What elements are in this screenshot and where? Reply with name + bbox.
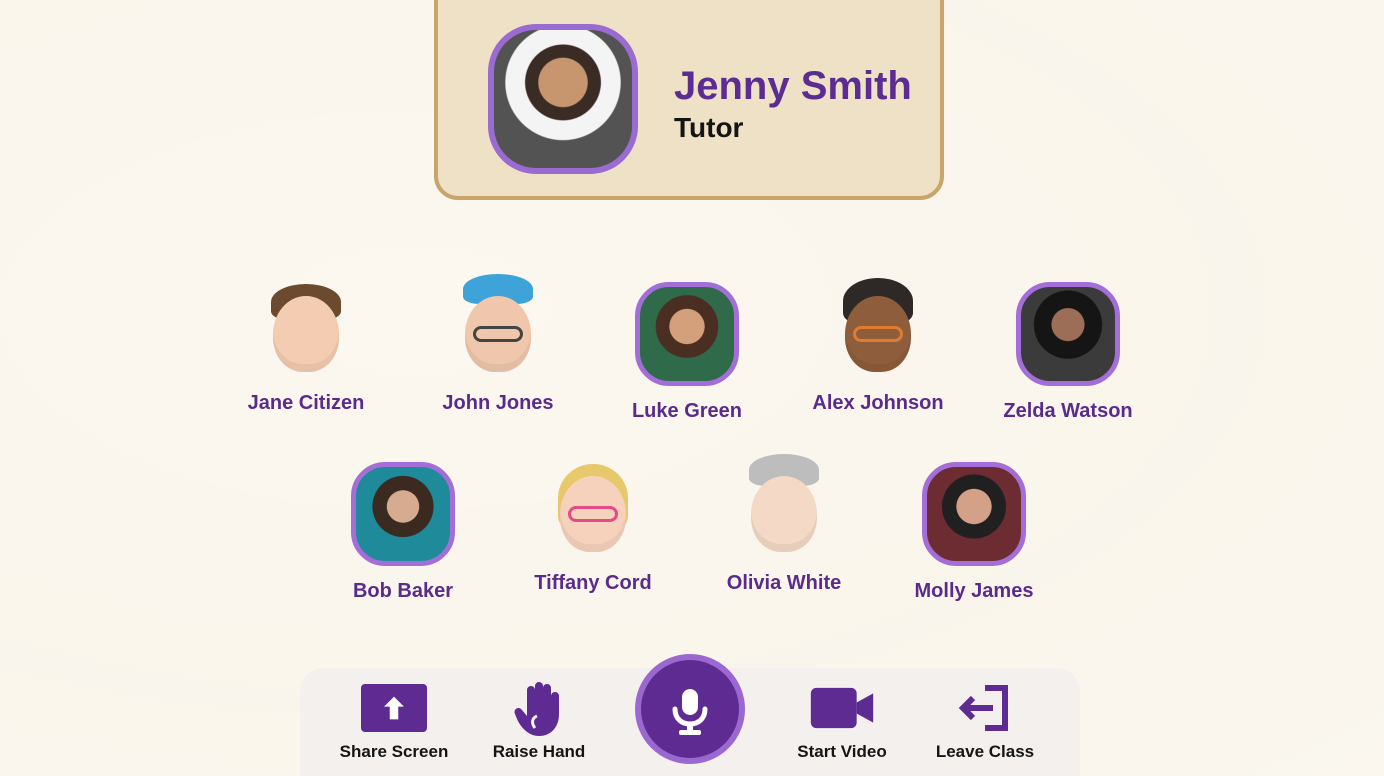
raise-hand-label: Raise Hand — [492, 742, 586, 761]
student-tile-jane-citizen[interactable]: Jane Citizen — [216, 274, 396, 415]
leave-door-icon — [952, 684, 1018, 732]
student-name: Bob Baker — [352, 580, 454, 602]
student-name: Zelda Watson — [1003, 400, 1133, 422]
student-name: Luke Green — [631, 400, 743, 422]
leave-class-label: Leave Class — [935, 742, 1035, 761]
hand-icon — [506, 682, 572, 736]
student-tile-alex-johnson[interactable]: Alex Johnson — [788, 274, 968, 415]
student-name: Alex Johnson — [812, 392, 944, 414]
start-video-label: Start Video — [797, 742, 887, 761]
student-name: Jane Citizen — [247, 392, 365, 414]
tutor-avatar — [488, 24, 638, 174]
memoji-avatar — [540, 454, 646, 566]
upload-arrow-icon — [361, 684, 427, 732]
photo-avatar — [1016, 282, 1120, 386]
tutor-role: Tutor — [674, 112, 744, 143]
student-tile-olivia-white[interactable]: Olivia White — [694, 454, 874, 595]
photo-avatar — [351, 462, 455, 566]
student-name: Molly James — [914, 580, 1034, 602]
photo-avatar — [922, 462, 1026, 566]
memoji-avatar — [253, 274, 359, 386]
share-screen-button[interactable]: Share Screen — [324, 684, 464, 762]
memoji-avatar — [731, 454, 837, 566]
student-tile-tiffany-cord[interactable]: Tiffany Cord — [503, 454, 683, 595]
student-tile-bob-baker[interactable]: Bob Baker — [313, 462, 493, 603]
photo-avatar — [635, 282, 739, 386]
video-camera-icon — [809, 684, 875, 732]
memoji-avatar — [825, 274, 931, 386]
microphone-icon — [672, 689, 708, 735]
student-name: Tiffany Cord — [534, 572, 652, 594]
tutor-name: Jenny Smith — [674, 64, 912, 108]
start-video-button[interactable]: Start Video — [772, 684, 912, 762]
class-toolbar: Share Screen Raise Hand Start Video Leav… — [300, 654, 1080, 776]
student-name: Olivia White — [726, 572, 842, 594]
microphone-button[interactable] — [635, 654, 745, 764]
student-tile-john-jones[interactable]: John Jones — [408, 274, 588, 415]
student-tile-molly-james[interactable]: Molly James — [884, 462, 1064, 603]
student-name: John Jones — [442, 392, 554, 414]
student-tile-luke-green[interactable]: Luke Green — [597, 282, 777, 423]
student-tile-zelda-watson[interactable]: Zelda Watson — [978, 282, 1158, 423]
tutor-card: Jenny Smith Tutor — [434, 0, 944, 200]
leave-class-button[interactable]: Leave Class — [915, 684, 1055, 762]
share-screen-label: Share Screen — [339, 742, 449, 761]
raise-hand-button[interactable]: Raise Hand — [469, 682, 609, 762]
memoji-avatar — [445, 274, 551, 386]
